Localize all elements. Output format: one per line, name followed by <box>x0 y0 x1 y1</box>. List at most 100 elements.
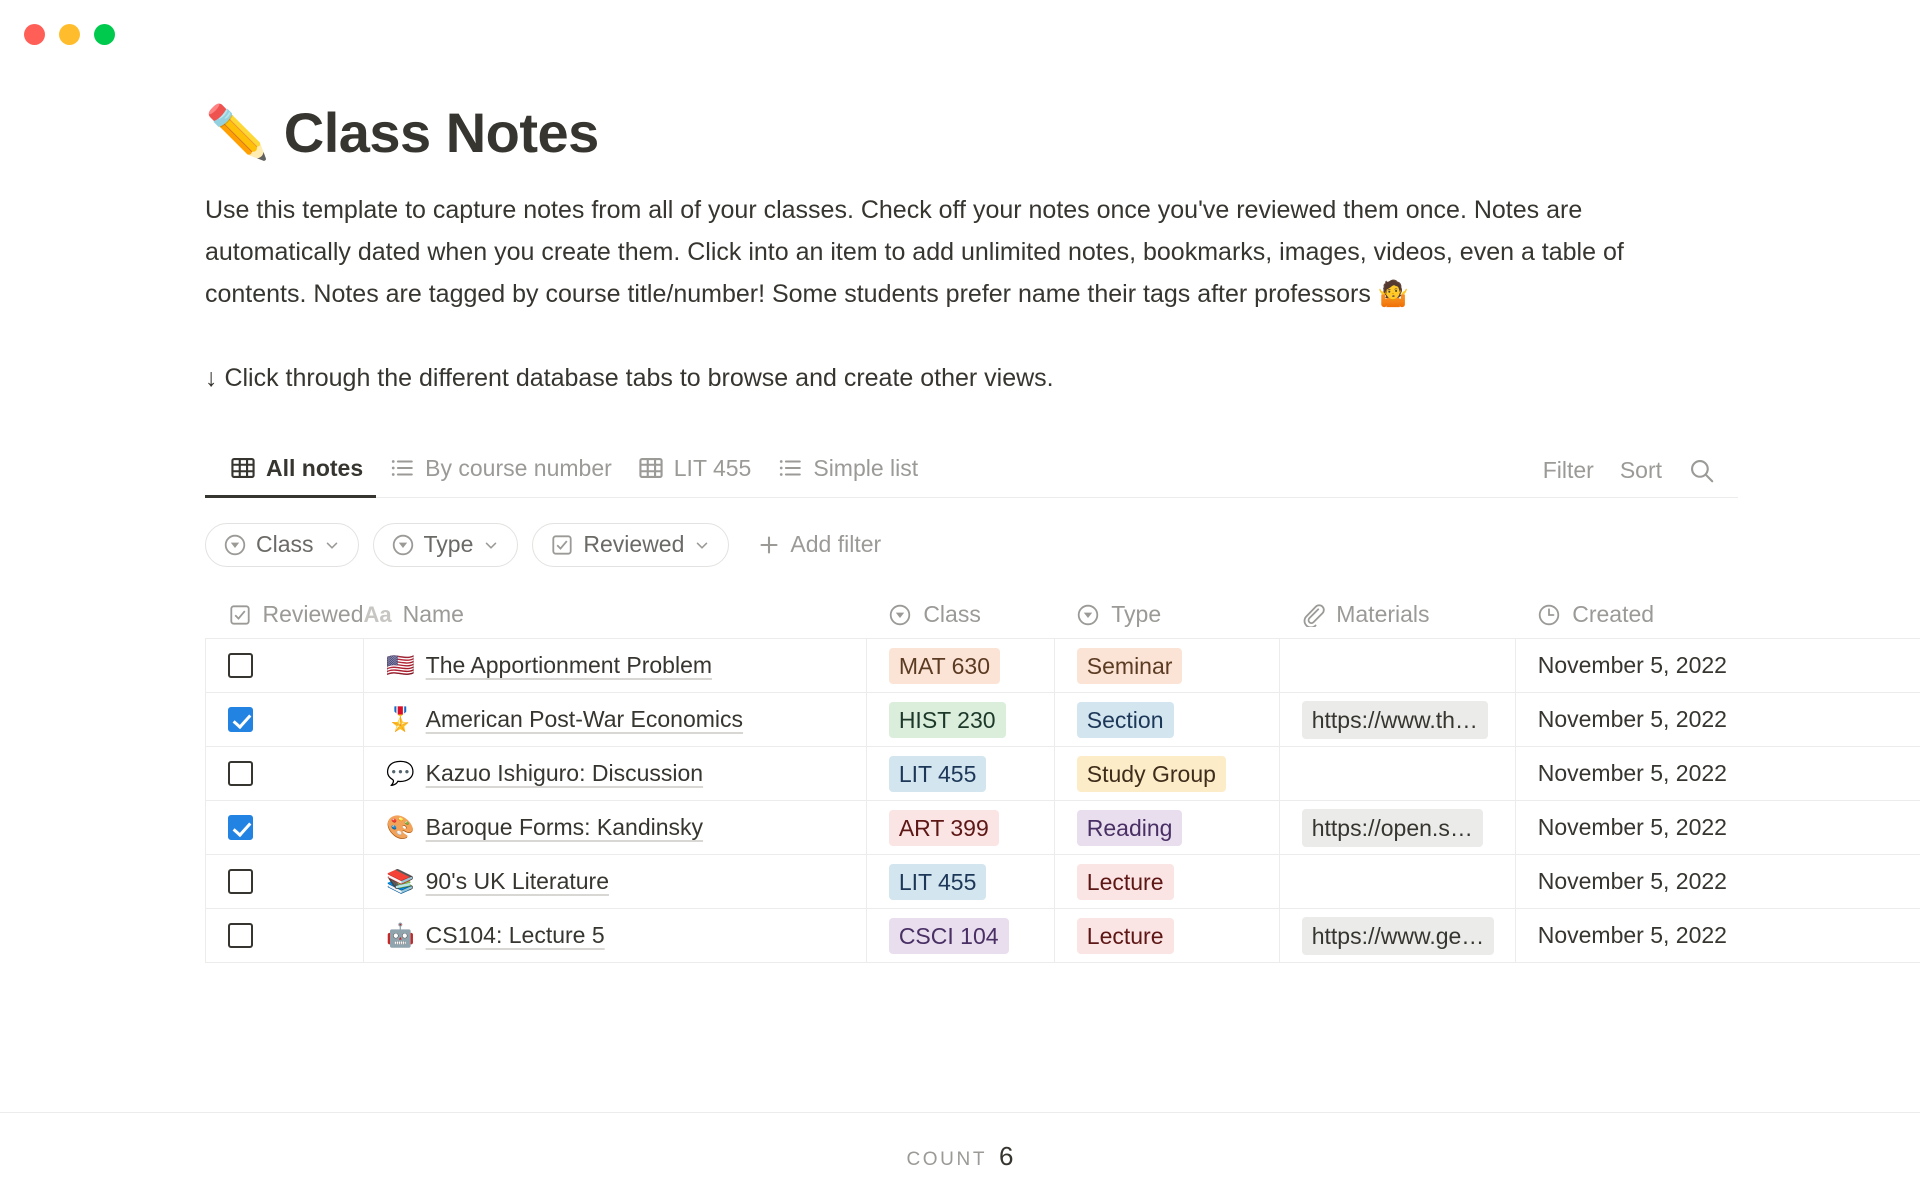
paperclip-icon <box>1301 603 1325 627</box>
class-tag: LIT 455 <box>888 863 987 900</box>
tab-label: LIT 455 <box>673 454 752 481</box>
table-row[interactable]: 🇺🇸 The Apportionment Problem MAT 630 Semina… <box>205 638 1920 694</box>
cell-materials[interactable]: https://www.th… <box>1279 692 1516 748</box>
clock-icon <box>1537 603 1561 627</box>
cell-type[interactable]: Lecture <box>1054 908 1280 964</box>
column-header-label: Materials <box>1336 601 1430 628</box>
row-emoji-icon: 🤖 <box>386 922 415 949</box>
column-header-materials[interactable]: Materials <box>1279 590 1516 640</box>
created-date: November 5, 2022 <box>1537 652 1727 679</box>
reviewed-checkbox[interactable] <box>228 923 253 949</box>
material-link[interactable]: https://www.ge… <box>1301 916 1495 955</box>
material-link[interactable]: https://www.th… <box>1301 700 1488 739</box>
reviewed-checkbox[interactable] <box>228 815 253 841</box>
cell-reviewed <box>205 800 364 856</box>
column-header-label: Created <box>1572 601 1655 628</box>
select-icon <box>888 603 912 627</box>
minimize-window-button[interactable] <box>59 24 80 45</box>
cell-created: November 5, 2022 <box>1515 854 1920 910</box>
column-header-class[interactable]: Class <box>866 590 1055 640</box>
filter-chip-row: Class Type Reviewed Add filter <box>205 522 1920 567</box>
close-window-button[interactable] <box>24 24 45 45</box>
cell-type[interactable]: Section <box>1054 692 1280 748</box>
column-header-reviewed[interactable]: Reviewed <box>205 590 364 640</box>
database-table: Reviewed Aa Name Class Type Materials Cr… <box>205 590 1920 964</box>
table-row[interactable]: 📚 90's UK Literature LIT 455 Lecture Novembe… <box>205 854 1920 910</box>
row-title-link[interactable]: Kazuo Ishiguro: Discussion <box>426 760 703 787</box>
cell-type[interactable]: Reading <box>1054 800 1280 856</box>
count-summary[interactable]: Count 6 <box>906 1141 1013 1172</box>
pencil-icon[interactable]: ✏️ <box>205 107 270 159</box>
filter-chip-type[interactable]: Type <box>372 522 519 567</box>
cell-class[interactable]: LIT 455 <box>866 746 1055 802</box>
table-row[interactable]: 🎨 Baroque Forms: Kandinsky ART 399 Reading h… <box>205 800 1920 856</box>
class-tag: ART 399 <box>888 809 999 846</box>
cell-materials[interactable] <box>1279 638 1516 694</box>
cell-name: 🇺🇸 The Apportionment Problem <box>363 638 867 694</box>
cell-materials[interactable]: https://www.ge… <box>1279 908 1516 964</box>
cell-name: 🤖 CS104: Lecture 5 <box>363 908 867 964</box>
row-title-link[interactable]: 90's UK Literature <box>426 868 609 895</box>
tab-by-course-number[interactable]: By course number <box>376 440 625 497</box>
select-icon <box>391 533 415 557</box>
type-tag: Lecture <box>1076 863 1174 900</box>
tab-simple-list[interactable]: Simple list <box>764 440 931 497</box>
search-icon[interactable] <box>1688 457 1716 485</box>
row-emoji-icon: 📚 <box>386 868 415 895</box>
column-header-name[interactable]: Aa Name <box>363 590 867 640</box>
add-filter-button[interactable]: Add filter <box>743 531 881 558</box>
database-toolbar: Filter Sort <box>1543 457 1738 497</box>
reviewed-checkbox[interactable] <box>228 707 253 733</box>
checkbox-icon <box>550 533 574 557</box>
row-emoji-icon: 💬 <box>386 760 415 787</box>
cell-class[interactable]: MAT 630 <box>866 638 1055 694</box>
cell-type[interactable]: Seminar <box>1054 638 1280 694</box>
created-date: November 5, 2022 <box>1537 814 1727 841</box>
cell-class[interactable]: CSCI 104 <box>866 908 1055 964</box>
row-title-link[interactable]: American Post-War Economics <box>426 706 743 733</box>
add-filter-label: Add filter <box>790 531 882 558</box>
table-row[interactable]: 💬 Kazuo Ishiguro: Discussion LIT 455 Study … <box>205 746 1920 802</box>
type-tag: Section <box>1076 701 1174 738</box>
created-date: November 5, 2022 <box>1537 868 1727 895</box>
page-callout: ↓ Click through the different database t… <box>205 363 1054 392</box>
cell-class[interactable]: LIT 455 <box>866 854 1055 910</box>
material-link[interactable]: https://open.s… <box>1301 808 1483 847</box>
cell-type[interactable]: Study Group <box>1054 746 1280 802</box>
class-tag: HIST 230 <box>888 701 1006 738</box>
traffic-light-group <box>24 24 115 45</box>
cell-class[interactable]: HIST 230 <box>866 692 1055 748</box>
tab-label: By course number <box>425 454 612 481</box>
column-header-created[interactable]: Created <box>1515 590 1920 640</box>
tab-all-notes[interactable]: All notes <box>205 440 377 498</box>
cell-reviewed <box>205 692 364 748</box>
cell-materials[interactable]: https://open.s… <box>1279 800 1516 856</box>
row-title-link[interactable]: Baroque Forms: Kandinsky <box>426 814 703 841</box>
cell-reviewed <box>205 746 364 802</box>
table-row[interactable]: 🤖 CS104: Lecture 5 CSCI 104 Lecture https://… <box>205 908 1920 964</box>
reviewed-checkbox[interactable] <box>228 653 253 679</box>
cell-created: November 5, 2022 <box>1515 908 1920 964</box>
cell-name: 💬 Kazuo Ishiguro: Discussion <box>363 746 867 802</box>
page-scroll-area[interactable]: ✏️ Class Notes Use this template to capt… <box>0 62 1920 1112</box>
filter-chip-class[interactable]: Class <box>205 522 359 567</box>
select-icon <box>223 533 247 557</box>
cell-class[interactable]: ART 399 <box>866 800 1055 856</box>
filter-chip-reviewed[interactable]: Reviewed <box>532 522 730 567</box>
maximize-window-button[interactable] <box>94 24 115 45</box>
column-header-type[interactable]: Type <box>1054 590 1280 640</box>
tab-lit-455[interactable]: LIT 455 <box>625 440 765 497</box>
cell-created: November 5, 2022 <box>1515 692 1920 748</box>
sort-button[interactable]: Sort <box>1620 457 1662 484</box>
page-title-text[interactable]: Class Notes <box>284 103 600 163</box>
row-title-link[interactable]: CS104: Lecture 5 <box>426 922 605 949</box>
table-row[interactable]: 🎖️ American Post-War Economics HIST 230 Sec… <box>205 692 1920 748</box>
cell-materials[interactable] <box>1279 854 1516 910</box>
filter-button[interactable]: Filter <box>1543 457 1594 484</box>
cell-name: 🎨 Baroque Forms: Kandinsky <box>363 800 867 856</box>
reviewed-checkbox[interactable] <box>228 761 253 787</box>
cell-materials[interactable] <box>1279 746 1516 802</box>
row-title-link[interactable]: The Apportionment Problem <box>426 652 712 679</box>
reviewed-checkbox[interactable] <box>228 869 253 895</box>
cell-type[interactable]: Lecture <box>1054 854 1280 910</box>
